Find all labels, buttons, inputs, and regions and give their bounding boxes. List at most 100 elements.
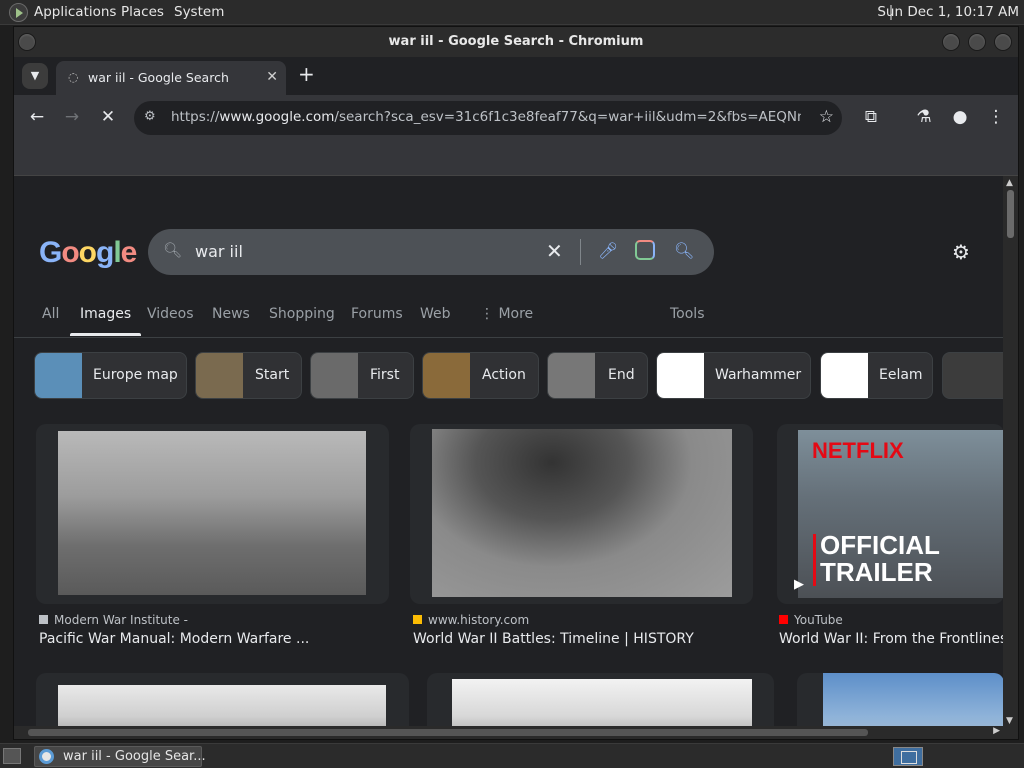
scroll-right-icon[interactable]: ▶	[993, 726, 1000, 736]
tab-forums[interactable]: Forums	[351, 306, 403, 322]
play-icon: ▶	[794, 577, 804, 592]
result-title[interactable]: World War II Battles: Timeline | HISTORY	[413, 631, 753, 647]
result-image-card[interactable]	[410, 424, 753, 604]
tab-all[interactable]: All	[42, 306, 59, 322]
result-source[interactable]: YouTube	[779, 613, 843, 627]
close-window-button[interactable]	[994, 33, 1012, 51]
chip-action[interactable]: Action	[422, 352, 539, 399]
close-tab-icon[interactable]: ✕	[266, 69, 278, 85]
labs-flask-icon[interactable]: ⚗	[913, 107, 935, 127]
google-logo[interactable]: Google	[39, 236, 137, 270]
result-source[interactable]: Modern War Institute -	[39, 613, 188, 627]
result-image-card[interactable]	[427, 673, 774, 728]
tab-tools[interactable]: Tools	[670, 306, 705, 322]
trailer-accent-bar	[813, 534, 816, 586]
places-menu[interactable]: Places	[121, 4, 164, 20]
page-viewport: Google 🔍︎ war iil ✕ 🎤︎ 🔍︎ ⚙ ⋮ All Images…	[14, 176, 1004, 728]
result-image-soldiers	[58, 431, 366, 595]
applications-menu[interactable]: Applications	[34, 4, 116, 20]
forward-arrow-icon[interactable]: →	[61, 107, 83, 127]
site-info-icon[interactable]: ⚙	[144, 109, 156, 124]
result-image-card[interactable]: NETFLIX OFFICIAL TRAILER ▶	[777, 424, 1004, 604]
chip-thumbnail	[821, 353, 868, 398]
result-image-card[interactable]	[797, 673, 1004, 728]
tab-images[interactable]: Images	[69, 306, 142, 336]
back-arrow-icon[interactable]: ←	[26, 107, 48, 127]
taskbar-window-label: war iil - Google Sear...	[63, 749, 206, 764]
tab-search-chevron-icon[interactable]: ▼	[22, 63, 48, 89]
result-source[interactable]: www.history.com	[413, 613, 529, 627]
profile-avatar-icon[interactable]: ●	[949, 107, 971, 127]
window-title: war iil - Google Search - Chromium	[388, 34, 644, 49]
tab-news[interactable]: News	[212, 306, 250, 322]
result-image-tanks	[58, 685, 386, 728]
search-icon: 🔍︎	[163, 241, 183, 259]
tab-google-search[interactable]: ◌ war iil - Google Search ✕	[56, 61, 286, 95]
scroll-up-icon[interactable]: ▲	[1006, 178, 1013, 188]
show-desktop-icon[interactable]	[3, 748, 21, 764]
workspace-switcher-icon[interactable]	[893, 747, 923, 766]
browser-toolbar: ← → ✕ ⚙ https://www.google.com/search?sc…	[14, 95, 1018, 141]
source-favicon-icon	[779, 615, 788, 624]
settings-gear-icon[interactable]: ⚙	[952, 240, 970, 264]
horizontal-scroll-thumb[interactable]	[28, 729, 868, 736]
window-menu-icon[interactable]	[18, 33, 36, 51]
new-tab-button[interactable]: +	[298, 62, 315, 86]
result-image-trailer: NETFLIX OFFICIAL TRAILER ▶	[794, 430, 1004, 598]
result-image-card[interactable]	[36, 424, 389, 604]
minimize-button[interactable]	[942, 33, 960, 51]
result-title[interactable]: Pacific War Manual: Modern Warfare ...	[39, 631, 389, 647]
result-title[interactable]: World War II: From the Frontlines ...	[779, 631, 1004, 647]
scroll-down-icon[interactable]: ▼	[1006, 716, 1013, 726]
chip-thumbnail	[196, 353, 243, 398]
url-text[interactable]: https://www.google.com/search?sca_esv=31…	[171, 109, 801, 125]
chip-europe-map[interactable]: Europe map	[34, 352, 187, 399]
taskbar: war iil - Google Sear...	[0, 743, 1024, 768]
chip-warhammer[interactable]: Warhammer	[656, 352, 811, 399]
extensions-puzzle-icon[interactable]: ⧉	[860, 107, 882, 127]
window-titlebar[interactable]: war iil - Google Search - Chromium	[14, 27, 1018, 57]
browser-menu-icon[interactable]: ⋮	[985, 107, 1007, 127]
tab-more[interactable]: ⋮ More	[480, 306, 533, 322]
vertical-scroll-thumb[interactable]	[1007, 190, 1014, 238]
source-favicon-icon	[39, 615, 48, 624]
chip-overflow[interactable]	[942, 352, 1004, 399]
top-panel: Applications Places System Sun Dec 1, 10…	[0, 0, 1024, 25]
search-input[interactable]: war iil	[195, 242, 243, 261]
netflix-logo: NETFLIX	[812, 438, 904, 463]
clock[interactable]: Sun Dec 1, 10:17 AM	[877, 4, 1019, 20]
chip-end[interactable]: End	[547, 352, 648, 399]
chip-thumbnail	[35, 353, 82, 398]
tabs-divider	[14, 337, 1004, 338]
address-bar[interactable]: ⚙ https://www.google.com/search?sca_esv=…	[134, 101, 842, 135]
clear-search-icon[interactable]: ✕	[546, 239, 563, 263]
result-image-card[interactable]	[36, 673, 409, 728]
stop-loading-icon[interactable]: ✕	[97, 107, 119, 127]
tab-shopping[interactable]: Shopping	[269, 306, 335, 322]
tab-title: war iil - Google Search	[88, 70, 229, 85]
search-type-tabs: All Images Videos News Shopping Forums W…	[14, 306, 1004, 338]
taskbar-chromium-button[interactable]: war iil - Google Sear...	[34, 746, 206, 767]
search-box[interactable]: 🔍︎ war iil ✕ 🎤︎ 🔍︎	[148, 229, 714, 275]
voice-search-mic-icon[interactable]: 🎤︎	[598, 241, 618, 260]
search-submit-icon[interactable]: 🔍︎	[674, 241, 694, 260]
chip-eelam[interactable]: Eelam	[820, 352, 933, 399]
chromium-icon	[39, 749, 54, 764]
bookmark-star-icon[interactable]: ☆	[819, 107, 834, 127]
horizontal-scrollbar[interactable]: ▶	[14, 726, 1018, 739]
tab-web[interactable]: Web	[420, 306, 451, 322]
chromium-window: war iil - Google Search - Chromium ▼ ◌ w…	[13, 26, 1019, 740]
chip-thumbnail	[657, 353, 704, 398]
tab-videos[interactable]: Videos	[147, 306, 194, 322]
chip-thumbnail	[423, 353, 470, 398]
maximize-button[interactable]	[968, 33, 986, 51]
chip-start[interactable]: Start	[195, 352, 302, 399]
system-menu[interactable]: System	[174, 4, 224, 20]
result-image-crane	[823, 673, 1004, 728]
vertical-scrollbar[interactable]: ▲ ▼	[1003, 176, 1018, 728]
google-lens-icon[interactable]	[635, 240, 655, 260]
search-divider	[580, 239, 581, 265]
distro-logo-icon[interactable]	[9, 3, 28, 22]
chip-first[interactable]: First	[310, 352, 414, 399]
trailer-line2: TRAILER	[820, 557, 933, 587]
